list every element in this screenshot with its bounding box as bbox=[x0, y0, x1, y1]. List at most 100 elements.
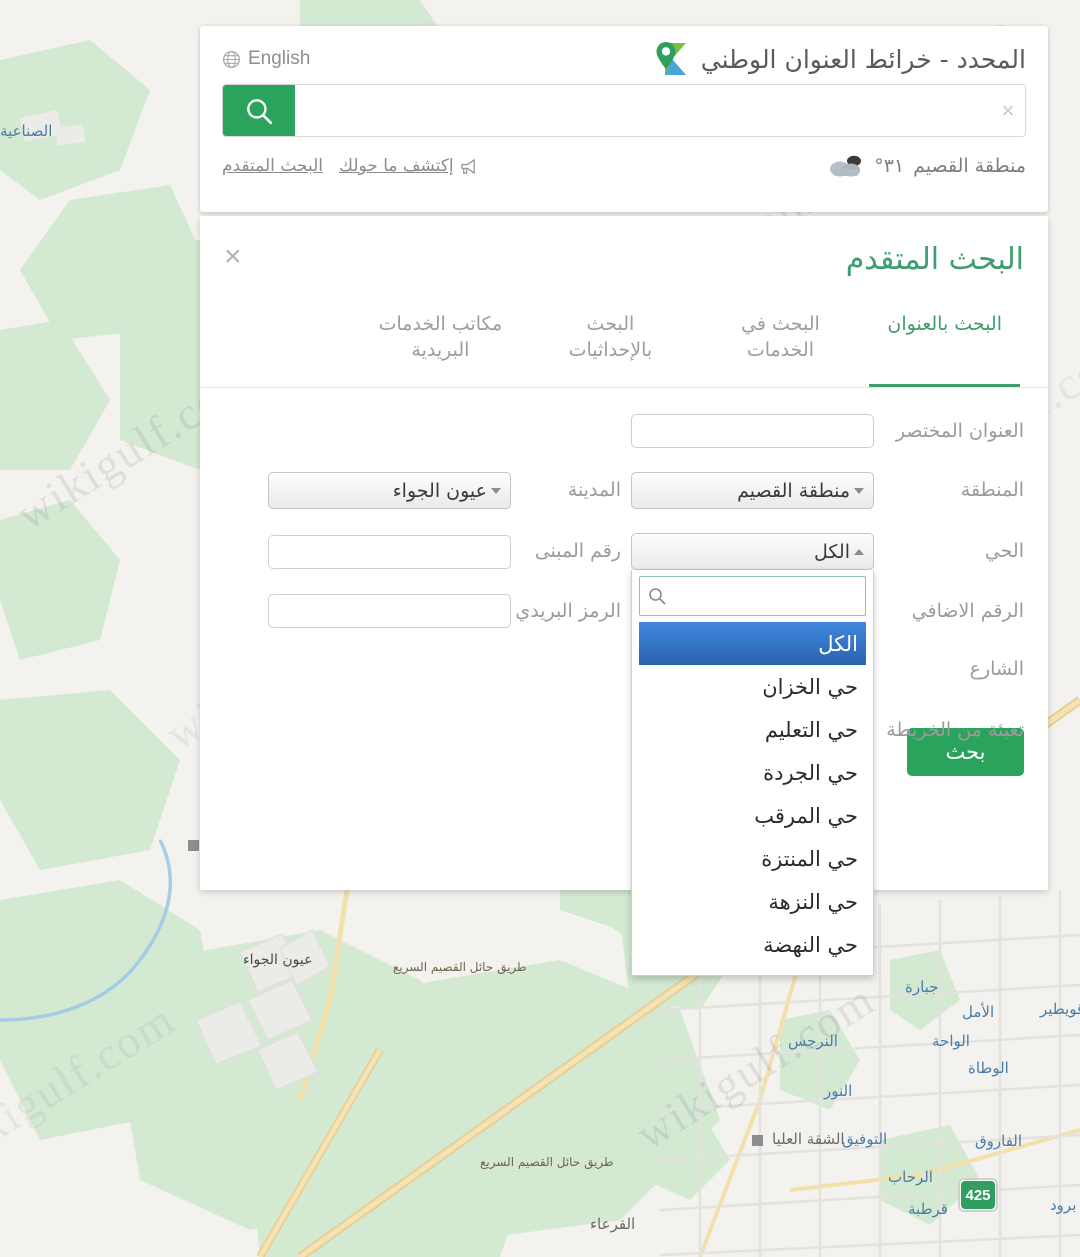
route-number: 425 bbox=[961, 1181, 995, 1209]
district-option-4[interactable]: حي المرقب bbox=[639, 794, 866, 837]
advanced-search-header: البحث المتقدم × bbox=[200, 216, 1048, 298]
header-links: البحث المتقدم إكتشف ما حولك bbox=[222, 156, 478, 176]
short-address-label: العنوان المختصر bbox=[895, 419, 1024, 442]
explore-nearby-label: إكتشف ما حولك bbox=[339, 156, 454, 176]
map-label-12: التوفيق bbox=[842, 1130, 888, 1148]
city-select[interactable]: عيون الجواء bbox=[268, 472, 511, 509]
panel-title: البحث المتقدم bbox=[845, 242, 1024, 277]
district-option-5[interactable]: حي المنتزة bbox=[639, 837, 866, 880]
tab-0[interactable]: البحث بالعنوان bbox=[865, 298, 1024, 387]
form-row-additional-postal: الرقم الاضافي الرمز البريدي bbox=[224, 594, 1024, 628]
district-control: الكل الكل حي الخزان حي التعليم حي الجردة حي … bbox=[631, 533, 874, 976]
address-search-form: العنوان المختصر المنطقة منطقة القصيم الم… bbox=[200, 388, 1048, 976]
district-option-0[interactable]: الكل bbox=[639, 622, 866, 665]
district-option-6[interactable]: حي النزهة bbox=[639, 880, 866, 923]
megaphone-icon bbox=[460, 158, 475, 174]
map-label-2: طريق حائل القصيم السريع bbox=[393, 960, 527, 974]
tab-1[interactable]: البحث في الخدمات bbox=[695, 298, 865, 387]
building-number-label: رقم المبنى bbox=[534, 540, 621, 563]
region-label: المنطقة bbox=[960, 479, 1024, 502]
map-label-9: الوطاة bbox=[968, 1059, 1009, 1077]
language-switch-button[interactable]: English bbox=[222, 48, 310, 70]
search-button[interactable] bbox=[223, 85, 295, 136]
cloud-icon bbox=[830, 155, 862, 177]
form-row-street: الشارع bbox=[224, 652, 1024, 686]
header-region-name: منطقة القصيم bbox=[913, 155, 1026, 177]
map-label-13: الشقة العليا bbox=[772, 1130, 845, 1148]
region-select[interactable]: منطقة القصيم bbox=[631, 472, 874, 509]
map-pin-logo-icon bbox=[656, 42, 686, 75]
advanced-search-link[interactable]: البحث المتقدم bbox=[222, 156, 323, 176]
region-selected-value: منطقة القصيم bbox=[737, 479, 850, 502]
tab-label: البحث في الخدمات bbox=[741, 313, 820, 361]
additional-number-label: الرقم الاضافي bbox=[911, 599, 1024, 622]
search-bar: × bbox=[222, 84, 1026, 137]
search-header-panel: المحدد - خرائط العنوان الوطني English × … bbox=[200, 26, 1048, 212]
district-option-3[interactable]: حي الجردة bbox=[639, 751, 866, 794]
short-address-input[interactable] bbox=[631, 414, 874, 448]
postal-code-control bbox=[268, 594, 511, 628]
district-selected-value: الكل bbox=[814, 540, 850, 563]
map-label-3: طريق حائل القصيم السريع bbox=[480, 1155, 614, 1169]
clear-search-icon[interactable]: × bbox=[991, 85, 1025, 136]
district-select[interactable]: الكل bbox=[631, 533, 874, 570]
street-label: الشارع bbox=[969, 657, 1024, 680]
search-icon bbox=[247, 98, 273, 124]
fill-from-map-label: تعبئة من الخريطة bbox=[886, 719, 1024, 741]
postal-code-input[interactable] bbox=[268, 594, 511, 628]
map-label-14: الفاروق bbox=[975, 1132, 1023, 1150]
city-selected-value: عيون الجواء bbox=[392, 479, 487, 502]
tab-label: مكاتب الخدمات البريدية bbox=[378, 313, 503, 361]
map-label-8: الواحة bbox=[932, 1032, 970, 1050]
form-row-region-city: المنطقة منطقة القصيم المدينة عيون الجواء bbox=[224, 472, 1024, 509]
map-label-0: الصناعية bbox=[0, 122, 53, 140]
chevron-up-icon bbox=[854, 548, 864, 555]
header-meta-row: منطقة القصيم ٣١° البحث المتقدم إكتشف ما … bbox=[200, 137, 1048, 185]
map-label-5: جبارة bbox=[905, 978, 939, 996]
map-label-11: النور bbox=[824, 1082, 853, 1100]
search-input[interactable] bbox=[295, 85, 991, 136]
district-search-input[interactable] bbox=[639, 576, 866, 616]
tab-label: البحث بالعنوان bbox=[887, 313, 1002, 335]
advanced-search-panel: البحث المتقدم × البحث بالعنوان البحث في ا… bbox=[200, 216, 1048, 976]
search-bar-wrapper: × bbox=[200, 84, 1048, 137]
chevron-down-icon bbox=[491, 487, 501, 494]
map-label-4: القرعاء bbox=[590, 1215, 636, 1233]
district-option-7[interactable]: حي النهضة bbox=[639, 923, 866, 966]
building-number-control bbox=[268, 534, 511, 569]
map-label-6: الأمل bbox=[962, 1003, 995, 1021]
map-label-16: قرطبة bbox=[908, 1200, 948, 1218]
district-option-2[interactable]: حي التعليم bbox=[639, 708, 866, 751]
map-label-17: برود bbox=[1050, 1196, 1077, 1214]
city-control: عيون الجواء bbox=[268, 472, 511, 509]
district-label: الحي bbox=[984, 540, 1024, 563]
poi-marker bbox=[188, 840, 199, 851]
region-control: منطقة القصيم bbox=[631, 472, 874, 509]
tab-label: البحث بالإحداثيات bbox=[568, 313, 653, 361]
district-dropdown-menu: الكل حي الخزان حي التعليم حي الجردة حي المرق… bbox=[631, 570, 874, 976]
chevron-down-icon bbox=[854, 487, 864, 494]
map-label-7: قويطير bbox=[1040, 1000, 1080, 1018]
temperature-value: ٣١° bbox=[874, 155, 905, 177]
header-top-row: المحدد - خرائط العنوان الوطني English bbox=[200, 26, 1048, 84]
district-option-1[interactable]: حي الخزان bbox=[639, 665, 866, 708]
tab-2[interactable]: البحث بالإحداثيات bbox=[525, 298, 695, 387]
form-row-district-building: الحي الكل الكل حي الخزان حي التعليم حي الجر… bbox=[224, 533, 1024, 976]
district-search-wrapper bbox=[639, 576, 866, 616]
poi-marker bbox=[752, 1135, 763, 1146]
close-icon[interactable]: × bbox=[224, 242, 242, 272]
weather-widget: منطقة القصيم ٣١° bbox=[829, 154, 1026, 178]
advanced-search-tabs: البحث بالعنوان البحث في الخدمات البحث بالإ… bbox=[200, 298, 1048, 388]
map-label-1: عيون الجواء bbox=[243, 952, 313, 968]
language-label: English bbox=[248, 48, 311, 69]
form-row-short-address: العنوان المختصر bbox=[224, 414, 1024, 448]
tab-3[interactable]: مكاتب الخدمات البريدية bbox=[355, 298, 525, 387]
map-label-10: النرجس bbox=[788, 1032, 838, 1050]
globe-icon bbox=[222, 50, 241, 68]
brand: المحدد - خرائط العنوان الوطني bbox=[652, 40, 1026, 78]
building-number-input[interactable] bbox=[268, 534, 511, 569]
explore-nearby-link[interactable]: إكتشف ما حولك bbox=[339, 156, 478, 176]
route-shield-425: 425 bbox=[958, 1178, 998, 1212]
map-label-15: الرحاب bbox=[888, 1168, 933, 1186]
short-address-control bbox=[631, 414, 874, 448]
